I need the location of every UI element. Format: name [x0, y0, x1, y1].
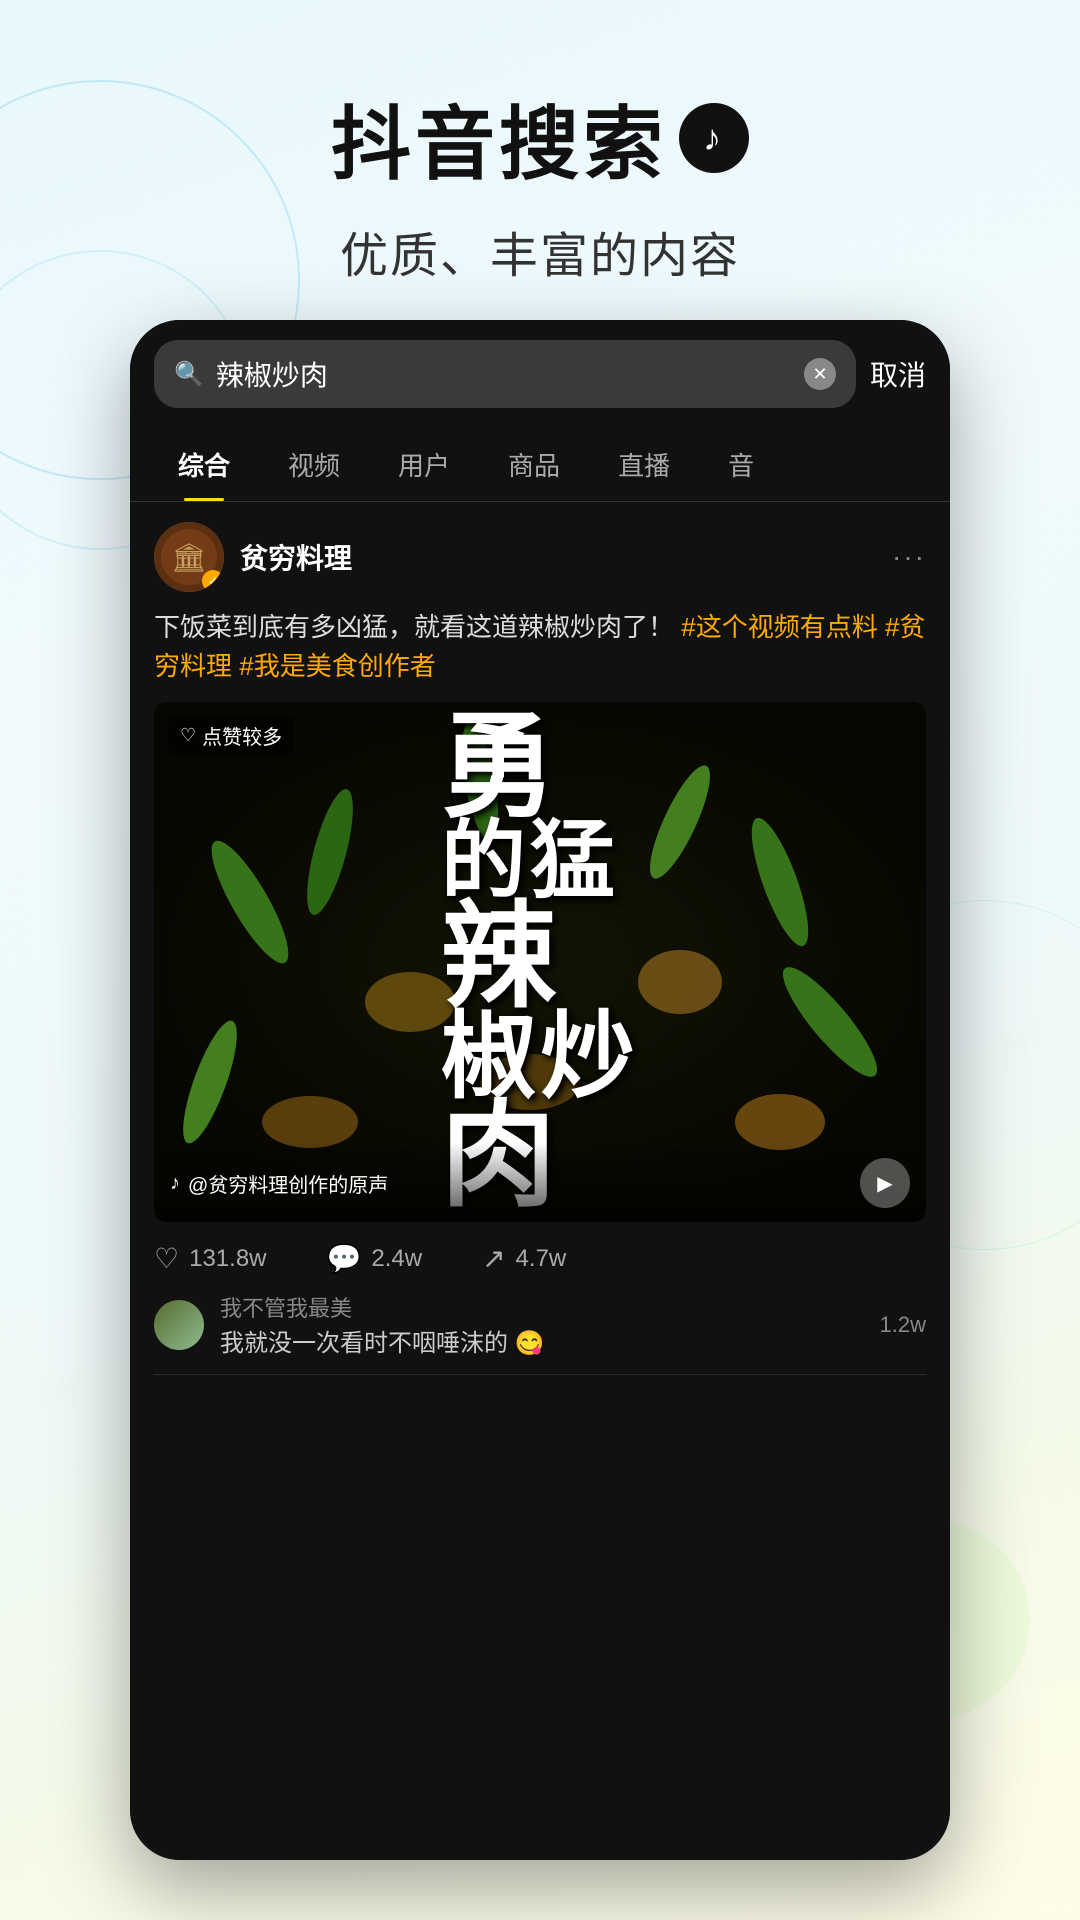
video-text-line4: 椒炒 [441, 1012, 639, 1102]
sound-icon: ♪ [170, 1172, 180, 1195]
video-thumbnail: 勇 的猛 辣 椒炒 肉 ♪ @贫穷料理创作的原声 [154, 702, 926, 1222]
comment-icon: 💬 [327, 1242, 362, 1275]
commenter-avatar [154, 1300, 204, 1350]
user-info: 🏛 ✓ 贫穷料理 [154, 522, 352, 592]
sound-info: ♪ @贫穷料理创作的原声 [170, 1169, 388, 1198]
more-options-button[interactable]: ··· [892, 541, 926, 573]
post-description: 下饭菜到底有多凶猛，就看这道辣椒炒肉了！ #这个视频有点料 #贫穷料理 #我是美… [154, 608, 926, 686]
comments-count[interactable]: 💬 2.4w [327, 1242, 423, 1275]
shares-count[interactable]: ↗ 4.7w [482, 1242, 566, 1275]
comment-content: 我不管我最美 我就没一次看时不咽唾沫的 😋 [220, 1291, 864, 1358]
play-button[interactable]: ▶ [860, 1158, 910, 1208]
subtitle-text: 优质、丰富的内容 [0, 216, 1080, 286]
sound-text: @贫穷料理创作的原声 [188, 1169, 388, 1198]
clear-search-button[interactable]: ✕ [804, 358, 836, 390]
likes-value: 131.8w [189, 1245, 266, 1273]
commenter-username[interactable]: 我不管我最美 [220, 1291, 864, 1323]
avatar[interactable]: 🏛 ✓ [154, 522, 224, 592]
video-card[interactable]: ♡ 点赞较多 [154, 702, 926, 1222]
header-area: 抖音搜索 ♪ 优质、丰富的内容 [0, 80, 1080, 286]
main-title: 抖音搜索 ♪ [0, 80, 1080, 196]
shares-value: 4.7w [516, 1245, 567, 1273]
tab-视频[interactable]: 视频 [264, 428, 364, 501]
hashtag-1[interactable]: #这个视频有点料 [681, 612, 885, 642]
video-bottom-bar: ♪ @贫穷料理创作的原声 ▶ [154, 1142, 926, 1222]
likes-count[interactable]: ♡ 131.8w [154, 1242, 267, 1275]
like-icon: ♡ [154, 1242, 179, 1275]
tab-商品[interactable]: 商品 [484, 428, 584, 501]
phone-screen: 🔍 辣椒炒肉 ✕ 取消 综合 视频 用户 商品 直播 音 [130, 320, 950, 1860]
search-icon: 🔍 [174, 360, 204, 389]
cancel-button[interactable]: 取消 [870, 354, 926, 394]
video-text-line3: 辣 [441, 903, 639, 1012]
video-popular-badge: ♡ 点赞较多 [168, 716, 294, 755]
tiktok-logo-icon: ♪ [679, 103, 749, 173]
comment-like-count: 1.2w [880, 1312, 926, 1338]
video-text-line2: 的猛 [441, 822, 639, 903]
heart-icon: ♡ [180, 725, 196, 746]
post-text: 下饭菜到底有多凶猛，就看这道辣椒炒肉了！ [154, 612, 674, 642]
title-text: 抖音搜索 [331, 80, 667, 196]
phone-mockup: 🔍 辣椒炒肉 ✕ 取消 综合 视频 用户 商品 直播 音 [130, 320, 950, 1860]
username[interactable]: 贫穷料理 [240, 537, 352, 577]
search-bar: 🔍 辣椒炒肉 ✕ 取消 [130, 320, 950, 428]
svg-text:🏛: 🏛 [171, 542, 207, 573]
badge-text: 点赞较多 [202, 721, 282, 750]
comment-preview: 我不管我最美 我就没一次看时不咽唾沫的 😋 1.2w [154, 1291, 926, 1375]
comment-text: 我就没一次看时不咽唾沫的 😋 [220, 1323, 864, 1358]
tab-用户[interactable]: 用户 [374, 428, 474, 501]
hashtag-3[interactable]: #我是美食创作者 [239, 651, 435, 681]
tabs-row: 综合 视频 用户 商品 直播 音 [130, 428, 950, 502]
tab-直播[interactable]: 直播 [594, 428, 694, 501]
search-query-text: 辣椒炒肉 [216, 354, 792, 394]
tab-综合[interactable]: 综合 [154, 428, 254, 501]
user-row: 🏛 ✓ 贫穷料理 ··· [154, 522, 926, 592]
video-text-line1: 勇 [441, 713, 639, 822]
content-area: 🏛 ✓ 贫穷料理 ··· 下饭菜到底有多凶猛，就看这道辣椒炒肉了！ #这个视频有… [130, 502, 950, 1395]
verified-badge: ✓ [202, 570, 224, 592]
share-icon: ↗ [482, 1242, 505, 1275]
comments-value: 2.4w [371, 1245, 422, 1273]
engagement-row: ♡ 131.8w 💬 2.4w ↗ 4.7w [154, 1222, 926, 1291]
search-input-container[interactable]: 🔍 辣椒炒肉 ✕ [154, 340, 856, 408]
tab-音[interactable]: 音 [704, 428, 778, 501]
